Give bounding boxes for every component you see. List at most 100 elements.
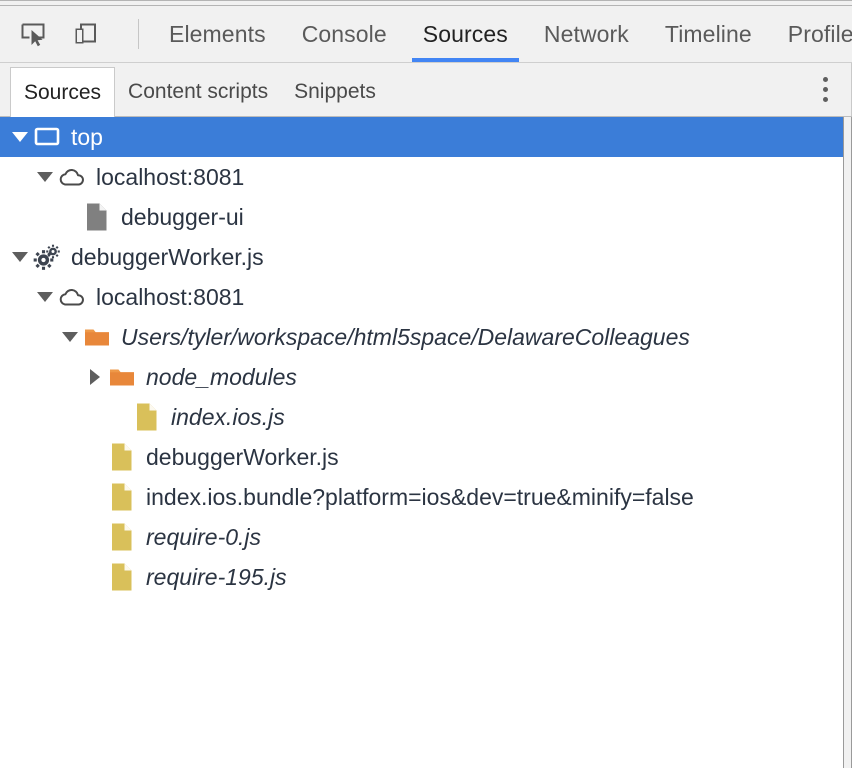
- tab-network[interactable]: Network: [526, 6, 647, 62]
- navigator-sub-toolbar: Sources Content scripts Snippets: [0, 63, 852, 117]
- tree-row-label: localhost:8081: [96, 163, 245, 190]
- more-options-kebab-icon-dot-2: [822, 87, 828, 92]
- triangle-glyph: [90, 369, 100, 385]
- folder-orange-icon: [82, 320, 112, 354]
- tab-elements[interactable]: Elements: [151, 6, 284, 62]
- script-yellow-icon: [132, 400, 162, 434]
- script-yellow-icon: [107, 560, 137, 594]
- tree-row[interactable]: debuggerWorker.js: [0, 237, 851, 277]
- chevron-down-icon[interactable]: [33, 277, 57, 317]
- tree-row-label: debuggerWorker.js: [146, 443, 339, 470]
- tree-row-label: debuggerWorker.js: [71, 243, 264, 270]
- tree-row-label: node_modules: [146, 363, 297, 390]
- script-yellow-icon: [107, 480, 137, 514]
- device-toolbar-button[interactable]: [68, 17, 102, 51]
- script-yellow-icon: [107, 520, 137, 554]
- cloud-icon: [59, 169, 84, 186]
- script-yellow-icon: [112, 483, 132, 511]
- tree-row[interactable]: Users/tyler/workspace/html5space/Delawar…: [0, 317, 851, 357]
- tree-row[interactable]: localhost:8081: [0, 157, 851, 197]
- subtab-snippets-label: Snippets: [294, 79, 376, 103]
- subtab-content-scripts[interactable]: Content scripts: [115, 67, 281, 116]
- script-yellow-icon: [112, 523, 132, 551]
- tab-timeline[interactable]: Timeline: [647, 6, 770, 62]
- tree-row-label: debugger-ui: [121, 203, 244, 230]
- tree-row[interactable]: node_modules: [0, 357, 851, 397]
- document-gray-icon: [82, 200, 112, 234]
- tree-row[interactable]: localhost:8081: [0, 277, 851, 317]
- script-yellow-icon: [107, 440, 137, 474]
- tree-row-label: index.ios.js: [171, 403, 285, 430]
- more-options-kebab-icon-dot-1: [822, 77, 828, 82]
- tree-row[interactable]: index.ios.js: [0, 397, 851, 437]
- chevron-down-icon[interactable]: [33, 157, 57, 197]
- worker-gears-icon: [33, 244, 60, 270]
- tree-row[interactable]: require-195.js: [0, 557, 851, 597]
- tree-row-label: require-0.js: [146, 523, 262, 550]
- script-yellow-icon: [112, 563, 132, 591]
- chevron-down-icon[interactable]: [8, 237, 32, 277]
- chevron-down-icon[interactable]: [8, 117, 32, 157]
- tree-row-label: top: [71, 123, 103, 150]
- tab-network-label: Network: [543, 20, 629, 47]
- cloud-icon: [57, 160, 87, 194]
- frame-icon: [34, 127, 60, 146]
- chevron-down-icon[interactable]: [58, 317, 82, 357]
- inspect-element-button[interactable]: [16, 17, 50, 51]
- device-toolbar-icon: [75, 23, 96, 44]
- tree-row[interactable]: require-0.js: [0, 517, 851, 557]
- triangle-glyph: [12, 252, 28, 262]
- folder-orange-icon: [85, 329, 109, 346]
- triangle-glyph: [62, 332, 78, 342]
- tree-row[interactable]: top: [0, 117, 851, 157]
- frame-icon: [32, 120, 62, 154]
- toolbar-separator: [138, 19, 139, 49]
- script-yellow-icon: [137, 403, 157, 431]
- tab-sources[interactable]: Sources: [405, 6, 526, 62]
- folder-orange-icon: [110, 369, 134, 386]
- main-tab-strip: Elements Console Sources Network Timelin…: [151, 6, 852, 62]
- more-options-kebab-icon-dot-3: [822, 97, 828, 102]
- tree-row[interactable]: debuggerWorker.js: [0, 437, 851, 477]
- tree-row[interactable]: debugger-ui: [0, 197, 851, 237]
- tab-console-label: Console: [301, 20, 387, 47]
- inspect-element-icon: [21, 23, 45, 47]
- subtab-content-scripts-label: Content scripts: [128, 79, 269, 103]
- toolbar-icon-group: [0, 6, 143, 62]
- navigator-scroll-gutter[interactable]: [843, 117, 851, 768]
- more-options-button[interactable]: [798, 63, 852, 116]
- triangle-glyph: [37, 292, 53, 302]
- document-gray-icon: [87, 203, 107, 231]
- tab-elements-label: Elements: [169, 20, 266, 47]
- tree-row-label: index.ios.bundle?platform=ios&dev=true&m…: [146, 483, 694, 510]
- triangle-glyph: [12, 132, 28, 142]
- subtab-sources-label: Sources: [24, 80, 102, 104]
- cloud-icon: [59, 289, 84, 306]
- script-yellow-icon: [112, 443, 132, 471]
- tab-console[interactable]: Console: [284, 6, 405, 62]
- chevron-right-icon[interactable]: [83, 357, 107, 397]
- devtools-window: Elements Console Sources Network Timelin…: [0, 0, 852, 768]
- folder-orange-icon: [107, 360, 137, 394]
- main-toolbar: Elements Console Sources Network Timelin…: [0, 6, 852, 63]
- tree-row-label: require-195.js: [146, 563, 287, 590]
- tree-row[interactable]: index.ios.bundle?platform=ios&dev=true&m…: [0, 477, 851, 517]
- subtab-sources[interactable]: Sources: [10, 67, 116, 117]
- cloud-icon: [57, 280, 87, 314]
- tab-profiles-label: Profiles: [787, 20, 852, 47]
- tab-profiles[interactable]: Profiles: [770, 6, 852, 62]
- tab-sources-label: Sources: [422, 20, 508, 47]
- navigator-tab-strip: Sources Content scripts Snippets: [0, 63, 389, 117]
- file-tree: top localhost:8081 debugger-ui debuggerWork…: [0, 117, 851, 597]
- tab-timeline-label: Timeline: [664, 20, 752, 47]
- worker-gears-icon: [32, 240, 62, 274]
- triangle-glyph: [37, 172, 53, 182]
- tree-row-label: Users/tyler/workspace/html5space/Delawar…: [121, 323, 690, 350]
- subtab-snippets[interactable]: Snippets: [281, 67, 389, 116]
- navigator-panel: top localhost:8081 debugger-ui debuggerWork…: [0, 117, 852, 768]
